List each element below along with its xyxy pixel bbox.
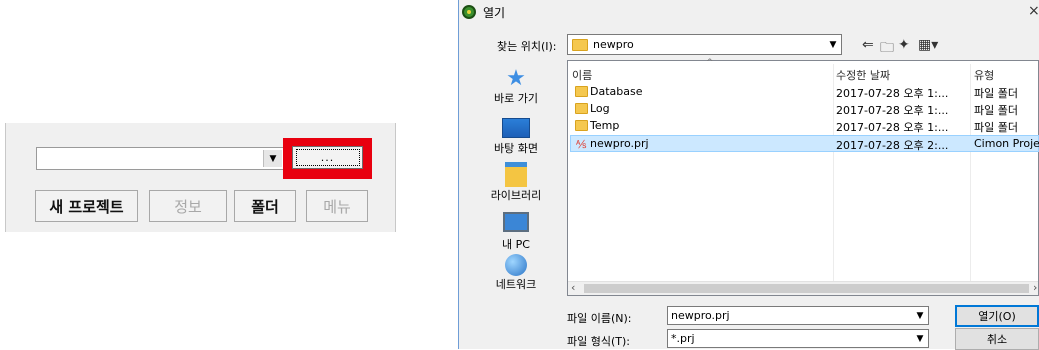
file-date: 2017-07-28 오후 2:... [836,139,949,152]
place-desktop-label: 바탕 화면 [494,142,538,155]
file-type: 파일 폴더 [974,87,1018,100]
file-type-label: 파일 형식(T): [567,335,630,348]
file-type: 파일 폴더 [974,104,1018,117]
file-type-select[interactable]: *.prj [667,329,929,348]
star-icon: ★ [506,66,526,91]
project-file-icon: ⅍ [576,138,587,151]
place-desktop[interactable]: 바탕 화면 [467,116,565,156]
place-network-label: 네트워크 [495,278,537,291]
places-bar: ★ 바로 가기 바탕 화면 라이브러리 내 PC 네트워크 [467,60,565,296]
place-libraries[interactable]: 라이브러리 [467,162,565,203]
open-button[interactable]: 열기(O) [955,305,1039,327]
column-header-type[interactable]: 유형 [974,67,994,83]
place-this-pc-label: 내 PC [502,238,530,251]
chevron-down-icon[interactable]: ▼ [913,330,927,347]
chevron-down-icon[interactable]: ▼ [826,36,840,53]
chevron-down-icon[interactable]: ▼ [263,150,282,167]
table-row[interactable]: Database 2017-07-28 오후 1:... 파일 폴더 [570,84,1039,101]
up-folder-icon[interactable]: 🗀 [880,37,894,61]
folder-icon [575,86,588,97]
scroll-right-icon[interactable]: › [1033,281,1037,294]
look-in-label: 찾는 위치(I): [497,40,557,53]
folder-icon [572,39,588,51]
dialog-title: 열기 [483,6,506,20]
file-type: Cimon Projec [974,137,1039,150]
place-this-pc[interactable]: 내 PC [467,210,565,252]
close-icon[interactable]: × [1028,3,1039,19]
table-row-selected[interactable]: ⅍ newpro.prj 2017-07-28 오후 2:... Cimon P… [570,135,1039,152]
app-icon [462,5,476,19]
column-header-date[interactable]: 수정한 날짜 [836,67,890,83]
network-icon [505,254,527,276]
browse-button[interactable]: ... [292,146,363,169]
new-folder-icon[interactable]: ✦ [898,37,910,53]
table-row[interactable]: Temp 2017-07-28 오후 1:... 파일 폴더 [570,118,1039,135]
file-name: Log [590,102,610,115]
scrollbar-thumb[interactable] [584,284,1029,293]
place-quick-access-label: 바로 가기 [494,92,538,105]
cancel-button[interactable]: 취소 [955,328,1039,350]
file-date: 2017-07-28 오후 1:... [836,121,949,134]
project-path-combo[interactable] [36,147,286,170]
column-header-name[interactable]: 이름 [572,67,592,83]
info-button[interactable]: 정보 [149,190,227,222]
file-date: 2017-07-28 오후 1:... [836,104,949,117]
file-name-label: 파일 이름(N): [567,312,632,325]
folder-icon [575,103,588,114]
computer-icon [503,212,529,232]
back-arrow-icon[interactable]: ⇐ [862,37,874,53]
browse-button-label: ... [320,151,335,164]
new-project-button[interactable]: 새 프로젝트 [35,190,138,222]
folder-icon [575,120,588,131]
file-name: Database [590,85,643,98]
place-libraries-label: 라이브러리 [490,189,542,202]
file-name: newpro.prj [590,137,649,150]
view-menu-icon[interactable]: ▦▾ [918,37,938,53]
file-date: 2017-07-28 오후 1:... [836,87,949,100]
chevron-down-icon[interactable]: ▼ [913,307,927,324]
library-icon [505,162,527,187]
scroll-left-icon[interactable]: ‹ [571,281,575,294]
file-name-field[interactable]: newpro.prj [667,306,929,325]
desktop-icon [502,118,530,138]
folder-button[interactable]: 폴더 [234,190,296,222]
sort-ascending-icon: ^ [706,58,714,68]
place-network[interactable]: 네트워크 [467,254,565,292]
menu-button[interactable]: 메뉴 [306,190,368,222]
look-in-value: newpro [593,38,634,51]
file-name: Temp [590,119,620,132]
table-row[interactable]: Log 2017-07-28 오후 1:... 파일 폴더 [570,101,1039,118]
place-quick-access[interactable]: ★ 바로 가기 [467,68,565,106]
file-type: 파일 폴더 [974,121,1018,134]
